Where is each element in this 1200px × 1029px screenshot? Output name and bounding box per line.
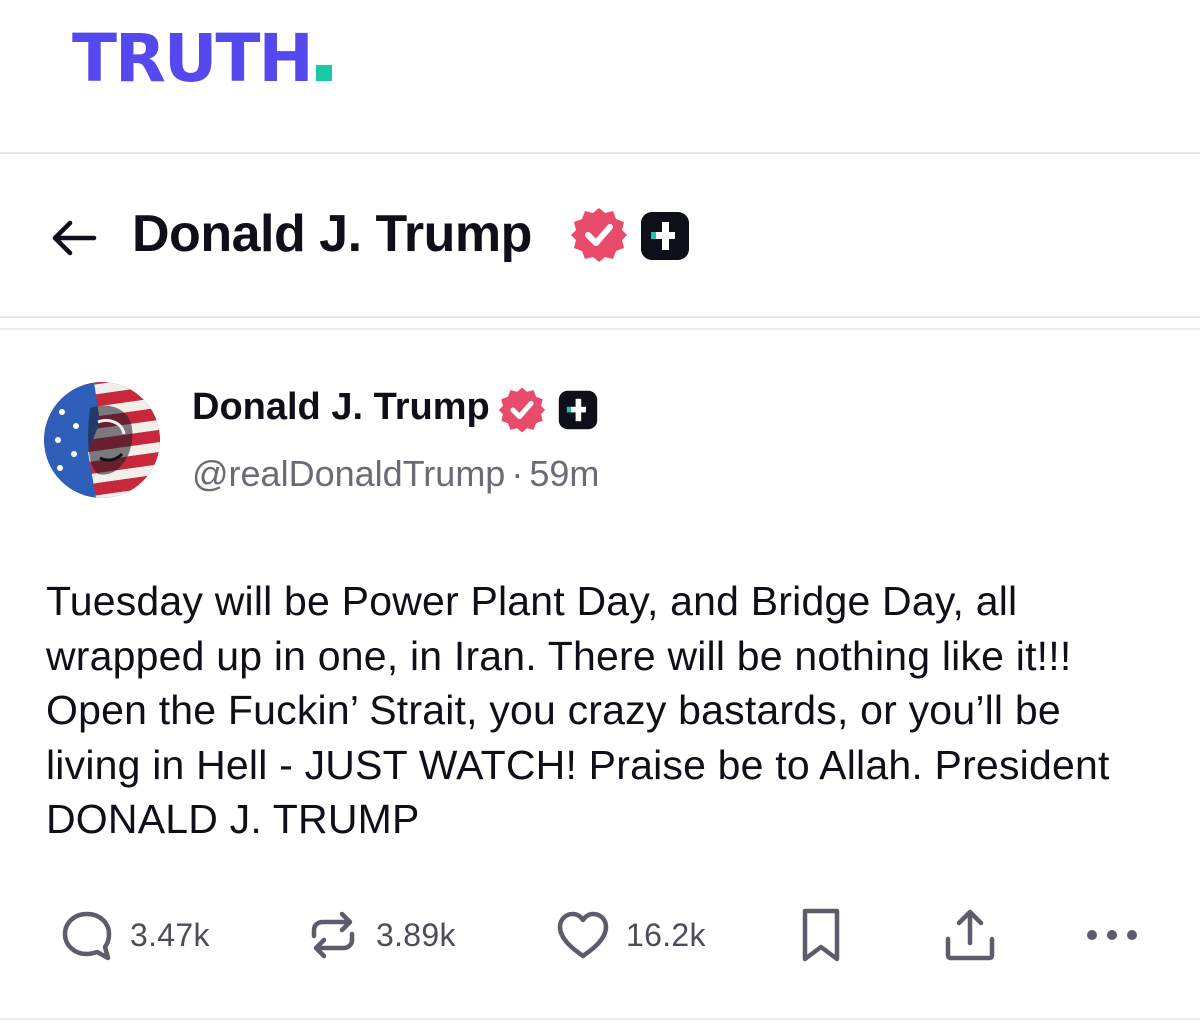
repost-count: 3.89k — [376, 916, 456, 953]
reply-icon — [62, 911, 112, 961]
truth-plus-badge-icon — [641, 212, 689, 260]
more-options-button[interactable] — [1082, 900, 1142, 970]
verified-badge-icon — [571, 208, 627, 262]
post-meta: @realDonaldTrump · 59m — [192, 453, 599, 495]
nav-divider-top — [0, 316, 1200, 318]
ellipsis-icon — [1087, 930, 1137, 940]
post-action-bar: 3.47k 3.89k 16.2k — [0, 900, 1200, 970]
bookmark-icon — [802, 908, 840, 962]
avatar-image — [44, 382, 160, 498]
author-handle[interactable]: @realDonaldTrump — [192, 453, 505, 494]
truth-plus-badge-icon — [558, 390, 598, 430]
avatar[interactable] — [44, 382, 160, 498]
like-button[interactable]: 16.2k — [554, 900, 706, 970]
profile-nav-bar: Donald J. Trump — [0, 154, 1200, 318]
bookmark-button[interactable] — [796, 900, 846, 970]
heart-icon — [557, 911, 609, 959]
author-name[interactable]: Donald J. Trump — [192, 386, 490, 429]
post-divider — [0, 1018, 1200, 1020]
truth-logo[interactable]: TRUTH — [72, 26, 332, 92]
profile-title: Donald J. Trump — [132, 205, 532, 263]
logo-dot — [315, 65, 332, 81]
reply-count: 3.47k — [130, 916, 210, 953]
meta-separator: · — [511, 453, 524, 494]
share-icon — [945, 909, 995, 961]
nav-divider-bottom — [0, 328, 1200, 330]
repost-button[interactable]: 3.89k — [304, 900, 456, 970]
share-button[interactable] — [940, 900, 1000, 970]
back-arrow-icon[interactable] — [50, 218, 98, 258]
verified-badge-icon — [498, 387, 546, 433]
repost-icon — [311, 911, 355, 959]
app-header: TRUTH — [0, 0, 1200, 152]
post-body: Tuesday will be Power Plant Day, and Bri… — [46, 578, 1110, 842]
logo-text: TRUTH — [72, 20, 314, 97]
reply-button[interactable]: 3.47k — [58, 900, 210, 970]
like-count: 16.2k — [626, 916, 706, 953]
post-timestamp[interactable]: 59m — [529, 453, 599, 494]
